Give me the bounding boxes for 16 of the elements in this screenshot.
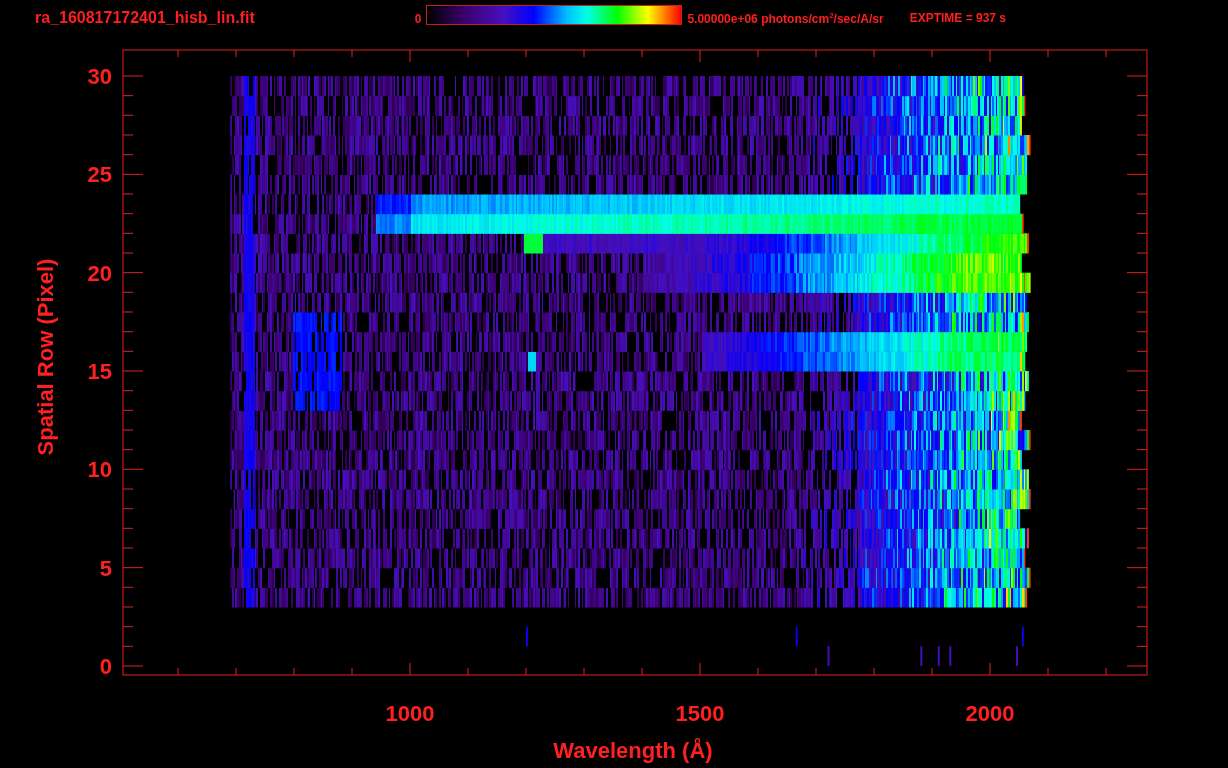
y-tick-label: 15 bbox=[87, 359, 112, 384]
colorbar-min-label: 0 bbox=[414, 12, 422, 26]
y-tick-label: 5 bbox=[99, 555, 112, 581]
y-tick-label: 0 bbox=[99, 654, 112, 679]
plot-title: ra_160817172401_hisb_lin.fit bbox=[35, 9, 255, 27]
colorbar-max-label: 5.00000e+06 photons/cm$^{2}$/sec/A/sr bbox=[687, 10, 884, 26]
x-tick-label: 2000 bbox=[965, 701, 1015, 726]
y-axis-title: Spatial Row (Pixel) bbox=[33, 258, 58, 456]
x-axis-title: Wavelength (Å) bbox=[553, 738, 713, 763]
x-tick-label: 1500 bbox=[675, 701, 725, 726]
exposure-time: EXPTIME = 937 s bbox=[909, 11, 1007, 25]
y-tick-label: 10 bbox=[87, 457, 112, 483]
x-tick-label: 1000 bbox=[385, 701, 435, 726]
y-tick-label: 30 bbox=[87, 64, 112, 89]
y-tick-label: 25 bbox=[87, 162, 112, 188]
y-tick-label: 20 bbox=[87, 260, 112, 286]
